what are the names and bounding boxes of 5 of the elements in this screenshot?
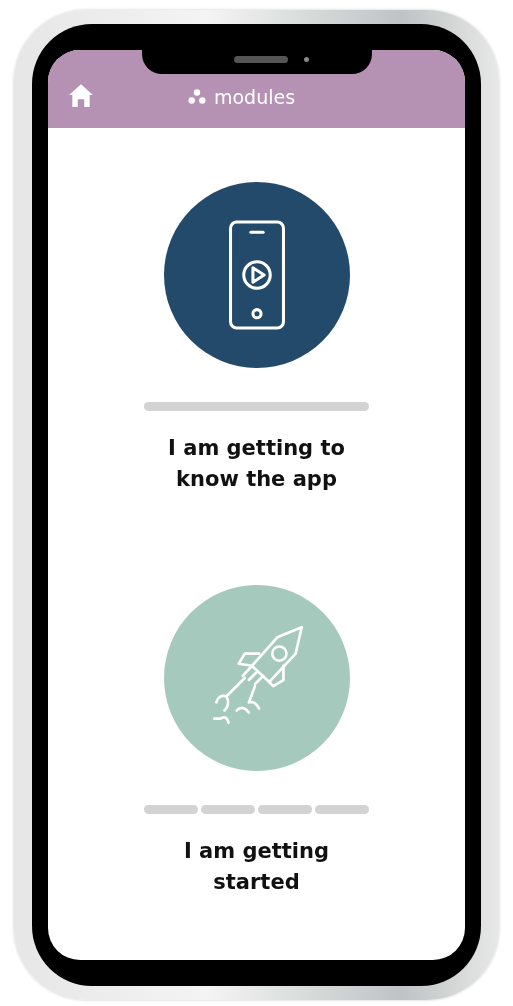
home-icon[interactable] xyxy=(68,82,94,108)
header-title: modules xyxy=(213,86,296,108)
modules-icon xyxy=(187,89,206,105)
module-title: I am getting started xyxy=(183,838,330,896)
module-title: I am getting to know the app xyxy=(167,435,346,493)
